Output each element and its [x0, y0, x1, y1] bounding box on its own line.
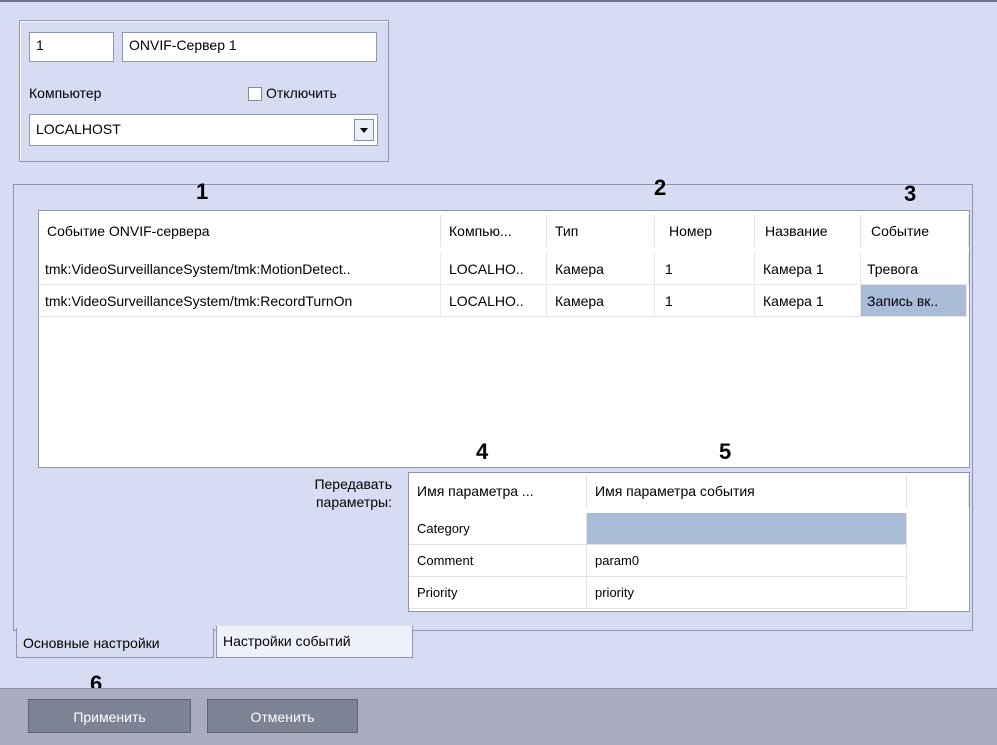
table-cell: Камера — [547, 253, 655, 285]
column-header[interactable]: Тип — [547, 215, 655, 247]
column-header[interactable]: Имя параметра события — [587, 475, 907, 507]
table-row[interactable]: Priority priority — [409, 577, 969, 609]
table-row[interactable]: Category — [409, 513, 969, 545]
table-row[interactable]: Comment param0 — [409, 545, 969, 577]
column-header[interactable]: Событие ONVIF-сервера — [39, 215, 441, 247]
cancel-button[interactable]: Отменить — [207, 699, 358, 733]
events-table[interactable]: Событие ONVIF-сервера Компью... Тип Номе… — [38, 210, 970, 468]
table-cell: 1 — [655, 285, 755, 317]
marker-5: 5 — [719, 439, 732, 464]
marker-1: 1 — [196, 179, 209, 204]
table-cell: Камера 1 — [755, 285, 861, 317]
table-row[interactable]: tmk:VideoSurveillanceSystem/tmk:RecordTu… — [39, 285, 969, 317]
column-header[interactable]: Компью... — [441, 215, 547, 247]
column-header-filler — [907, 475, 969, 507]
disable-checkbox[interactable] — [248, 87, 262, 101]
table-cell: tmk:VideoSurveillanceSystem/tmk:RecordTu… — [39, 285, 441, 317]
params-header-row: Имя параметра ... Имя параметра события — [409, 475, 969, 507]
event-settings-panel: 1 2 3 Событие ONVIF-сервера Компью... Ти… — [13, 177, 973, 631]
table-cell: Category — [409, 513, 587, 545]
table-cell: LOCALHO.. — [441, 253, 547, 285]
params-table[interactable]: Имя параметра ... Имя параметра события … — [408, 472, 970, 612]
object-id-field[interactable]: 1 — [29, 32, 114, 62]
column-header[interactable]: Название — [755, 215, 861, 247]
column-header[interactable]: Событие — [861, 215, 969, 247]
disable-label: Отключить — [266, 85, 337, 101]
tab-main-settings[interactable]: Основные настройки — [16, 628, 214, 658]
table-cell[interactable]: param0 — [587, 545, 907, 577]
computer-label: Компьютер — [29, 85, 102, 101]
table-cell: Камера 1 — [755, 253, 861, 285]
marker-3: 3 — [904, 181, 917, 206]
column-header[interactable]: Имя параметра ... — [409, 475, 587, 507]
marker-4: 4 — [476, 439, 489, 464]
table-cell[interactable]: priority — [587, 577, 907, 609]
table-row[interactable]: tmk:VideoSurveillanceSystem/tmk:MotionDe… — [39, 253, 969, 285]
pass-params-label: Передавать параметры: — [314, 476, 392, 510]
marker-2: 2 — [654, 175, 667, 200]
table-cell: LOCALHO.. — [441, 285, 547, 317]
bottom-button-bar: Применить Отменить — [0, 688, 997, 745]
tab-event-settings[interactable]: Настройки событий — [216, 626, 413, 658]
object-name-field[interactable]: ONVIF-Сервер 1 — [122, 32, 377, 62]
table-cell: Камера — [547, 285, 655, 317]
selected-table-cell[interactable] — [587, 513, 907, 545]
window-top-border — [0, 0, 997, 2]
table-cell[interactable]: Тревога — [861, 253, 969, 285]
apply-button[interactable]: Применить — [28, 699, 191, 733]
selected-table-cell[interactable]: Запись вк.. — [861, 285, 967, 317]
table-cell: Comment — [409, 545, 587, 577]
table-cell: 1 — [655, 253, 755, 285]
column-header[interactable]: Номер — [655, 215, 755, 247]
chevron-down-icon[interactable] — [354, 119, 374, 141]
computer-select-value: LOCALHOST — [36, 121, 121, 137]
object-settings-group: 1 ONVIF-Сервер 1 Компьютер Отключить LOC… — [19, 20, 389, 162]
table-cell: Priority — [409, 577, 587, 609]
computer-select[interactable]: LOCALHOST — [29, 114, 378, 146]
table-cell: tmk:VideoSurveillanceSystem/tmk:MotionDe… — [39, 253, 441, 285]
table-header-row: Событие ONVIF-сервера Компью... Тип Номе… — [39, 215, 969, 247]
